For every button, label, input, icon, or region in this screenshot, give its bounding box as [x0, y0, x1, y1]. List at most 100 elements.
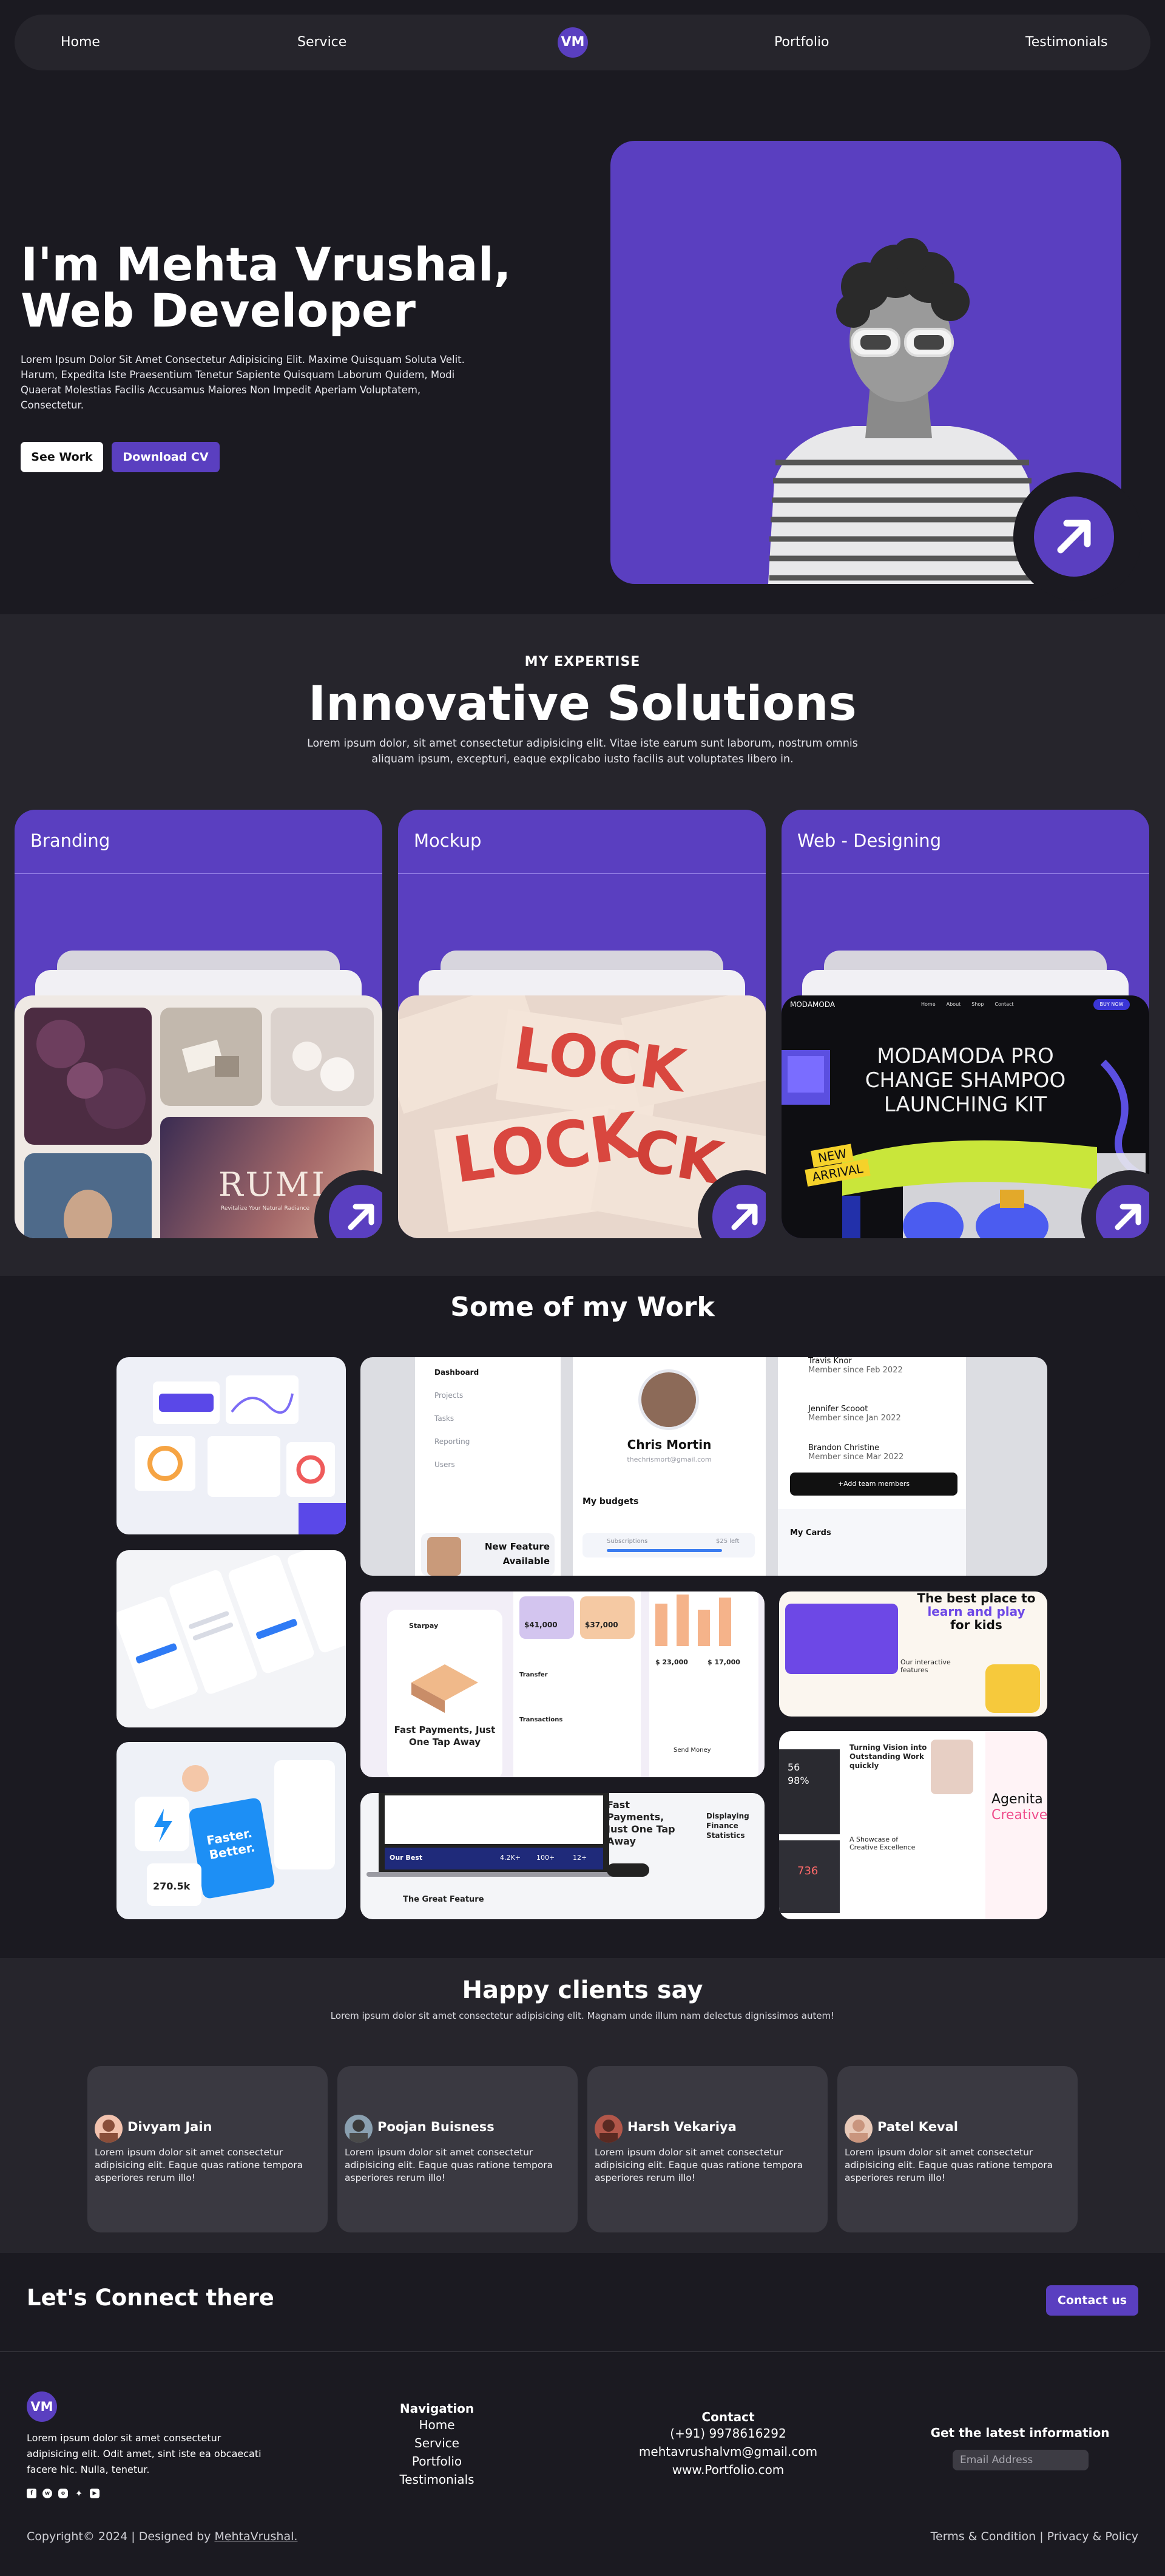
web-arrow-button[interactable]: [1096, 1185, 1149, 1238]
profile-name: Chris Mortin: [627, 1437, 712, 1452]
member-list: Travis Knor Member since Feb 2022 Jennife…: [790, 1357, 954, 1475]
arrow-up-right-icon: [1115, 1204, 1141, 1230]
nav-testimonials[interactable]: Testimonials: [1025, 15, 1107, 70]
arrow-up-right-icon: [348, 1204, 374, 1230]
laptop-base: [366, 1872, 621, 1877]
twitter-icon[interactable]: ✦: [74, 2489, 84, 2498]
nav-service[interactable]: Service: [297, 15, 346, 70]
member-row: Jennifer Scooot Member since Jan 2022: [808, 1405, 901, 1423]
footer-nav-portfolio[interactable]: Portfolio: [376, 2452, 498, 2470]
footer-phone[interactable]: (+91) 9978616292: [631, 2424, 825, 2442]
cards-panel: My Cards: [778, 1509, 966, 1576]
laptop-bar: Our Best 4.2K+ 100+ 12+: [385, 1848, 603, 1869]
card-title: Branding: [30, 830, 110, 851]
designer-link[interactable]: MehtaVrushal.: [214, 2530, 297, 2543]
branding-tile-box: [160, 1008, 262, 1106]
branding-arrow-button[interactable]: [329, 1185, 382, 1238]
footer-nav-service[interactable]: Service: [376, 2434, 498, 2452]
footer-contact: Contact (+91) 9978616292 mehtavrushalvm@…: [631, 2410, 825, 2479]
agency-showcase: A Showcase of Creative Excellence: [849, 1835, 916, 1851]
subscription-label: Subscriptions: [607, 1538, 648, 1545]
pay-illustration: [411, 1664, 478, 1713]
footer-description: Lorem ipsum dolor sit amet consectetur a…: [27, 2432, 262, 2475]
youtube-icon[interactable]: ▶: [90, 2489, 100, 2498]
subscription-bar: [607, 1549, 722, 1552]
nav-logo[interactable]: VM: [558, 27, 588, 58]
transfer-label: Transfer: [519, 1672, 548, 1678]
avatar: [345, 2115, 373, 2143]
testimonial-name: Divyam Jain: [127, 2120, 212, 2134]
see-work-button[interactable]: See Work: [21, 442, 103, 472]
arrow-up-right-icon: [1057, 520, 1091, 554]
hero-arrow-button[interactable]: [1034, 497, 1114, 577]
testimonial-text: Lorem ipsum dolor sit amet consectetur a…: [345, 2147, 553, 2183]
mockup-arrow-button[interactable]: [712, 1185, 766, 1238]
testimonials-subtitle: Lorem ipsum dolor sit amet consectetur a…: [330, 2010, 835, 2021]
work-shot-mobile-list[interactable]: [116, 1550, 346, 1727]
testimonial-text: Lorem ipsum dolor sit amet consectetur a…: [595, 2147, 803, 2183]
testimonial-card: Harsh Vekariya Lorem ipsum dolor sit ame…: [587, 2066, 828, 2232]
card-title: Web - Designing: [797, 830, 942, 851]
dash-members: Travis Knor Member since Feb 2022 Jennife…: [778, 1357, 966, 1576]
site-menu: Home About Shop Contact: [921, 1002, 1014, 1007]
subscription-row: Subscriptions $25 left: [582, 1533, 755, 1557]
work-shot-dashboard-cards[interactable]: [116, 1357, 346, 1534]
work-shot-dashboard[interactable]: Dashboard Projects Tasks Reporting Users…: [360, 1357, 1047, 1576]
send-money: Send Money: [674, 1747, 711, 1754]
nav-home[interactable]: Home: [61, 15, 100, 70]
expertise-card-mockup[interactable]: Mockup LOCK LOCK CK: [398, 810, 766, 1238]
work-shot-agency[interactable]: 56 98% 736 Turning Vision into Outstandi…: [779, 1731, 1047, 1919]
testimonial-name: Poojan Buisness: [377, 2120, 495, 2134]
expertise-lead: Lorem ipsum dolor, sit amet consectetur …: [307, 737, 858, 765]
newsletter-email-input[interactable]: [953, 2450, 1089, 2470]
testimonial-text: Lorem ipsum dolor sit amet consectetur a…: [95, 2147, 303, 2183]
lap-button: [607, 1863, 649, 1877]
work-shot-payments[interactable]: Starpay Fast Payments, Just One Tap Away…: [360, 1591, 765, 1777]
kids-headline: The best place to learn and play for kid…: [917, 1591, 1036, 1632]
footer-logo[interactable]: VM: [27, 2391, 57, 2422]
footer-contact-title: Contact: [701, 2410, 755, 2424]
site-menu-item: About: [946, 1002, 961, 1007]
hero-title-line1: I'm Mehta Vrushal,: [21, 237, 512, 291]
download-cv-button[interactable]: Download CV: [112, 442, 220, 472]
expertise-card-web-designing[interactable]: Web - Designing MODAMODA Home About Shop…: [782, 810, 1149, 1238]
member-row: Brandon Christine Member since Mar 2022: [808, 1443, 904, 1462]
card-divider: [398, 873, 766, 874]
rumi-tagline: Revitalize Your Natural Radiance: [221, 1205, 309, 1212]
terms-links[interactable]: Terms & Condition | Privacy & Policy: [921, 2530, 1138, 2543]
arrow-up-right-icon: [731, 1204, 758, 1230]
avatar: [845, 2115, 873, 2143]
footer-nav-home[interactable]: Home: [376, 2416, 498, 2434]
work-title: Some of my Work: [450, 1292, 715, 1323]
branding-tile-face: [24, 1153, 152, 1238]
laptop-screen: Our Best 4.2K+ 100+ 12+: [379, 1793, 609, 1872]
agency-side: Agenita Creative: [985, 1731, 1047, 1919]
work-shot-laptop[interactable]: Our Best 4.2K+ 100+ 12+ The Great Featur…: [360, 1793, 765, 1919]
newsletter-title: Get the latest information: [930, 2425, 1110, 2440]
facebook-icon[interactable]: f: [27, 2489, 36, 2498]
hero-title: I'm Mehta Vrushal, Web Developer: [21, 242, 567, 334]
whatsapp-icon[interactable]: w: [42, 2489, 52, 2498]
work-shot-kids[interactable]: The best place to learn and play for kid…: [779, 1591, 1047, 1717]
instagram-icon[interactable]: o: [58, 2489, 68, 2498]
great-feature: The Great Feature: [403, 1895, 484, 1904]
feature-text: New Feature Available: [484, 1541, 550, 1567]
testimonials-title: Happy clients say: [462, 1976, 703, 2004]
member-row: Travis Knor Member since Feb 2022: [808, 1357, 903, 1375]
nav-portfolio[interactable]: Portfolio: [774, 15, 829, 70]
copyright: Copyright© 2024 | Designed by MehtaVrush…: [27, 2530, 297, 2543]
expertise-card-branding[interactable]: Branding RUMI Revitalize Your Natural Ra…: [15, 810, 382, 1238]
footer-email[interactable]: mehtavrushalvm@gmail.com: [631, 2442, 825, 2461]
laptop-content: [385, 1795, 603, 1844]
contact-us-button[interactable]: Contact us: [1046, 2285, 1138, 2316]
kids-banner: [785, 1604, 898, 1674]
testimonial-name: Harsh Vekariya: [627, 2120, 737, 2134]
footer-nav-testimonials[interactable]: Testimonials: [376, 2470, 498, 2489]
rumi-logo: RUMI: [218, 1165, 327, 1204]
footer-site[interactable]: www.Portfolio.com: [631, 2461, 825, 2479]
footer-nav: Navigation Home Service Portfolio Testim…: [376, 2401, 498, 2489]
work-shot-faster-better[interactable]: Faster. Better. 270.5k: [116, 1742, 346, 1919]
stat-text: 270.5k: [153, 1880, 191, 1892]
card-1: $41,000: [519, 1596, 574, 1639]
card-2: $37,000: [580, 1596, 635, 1639]
